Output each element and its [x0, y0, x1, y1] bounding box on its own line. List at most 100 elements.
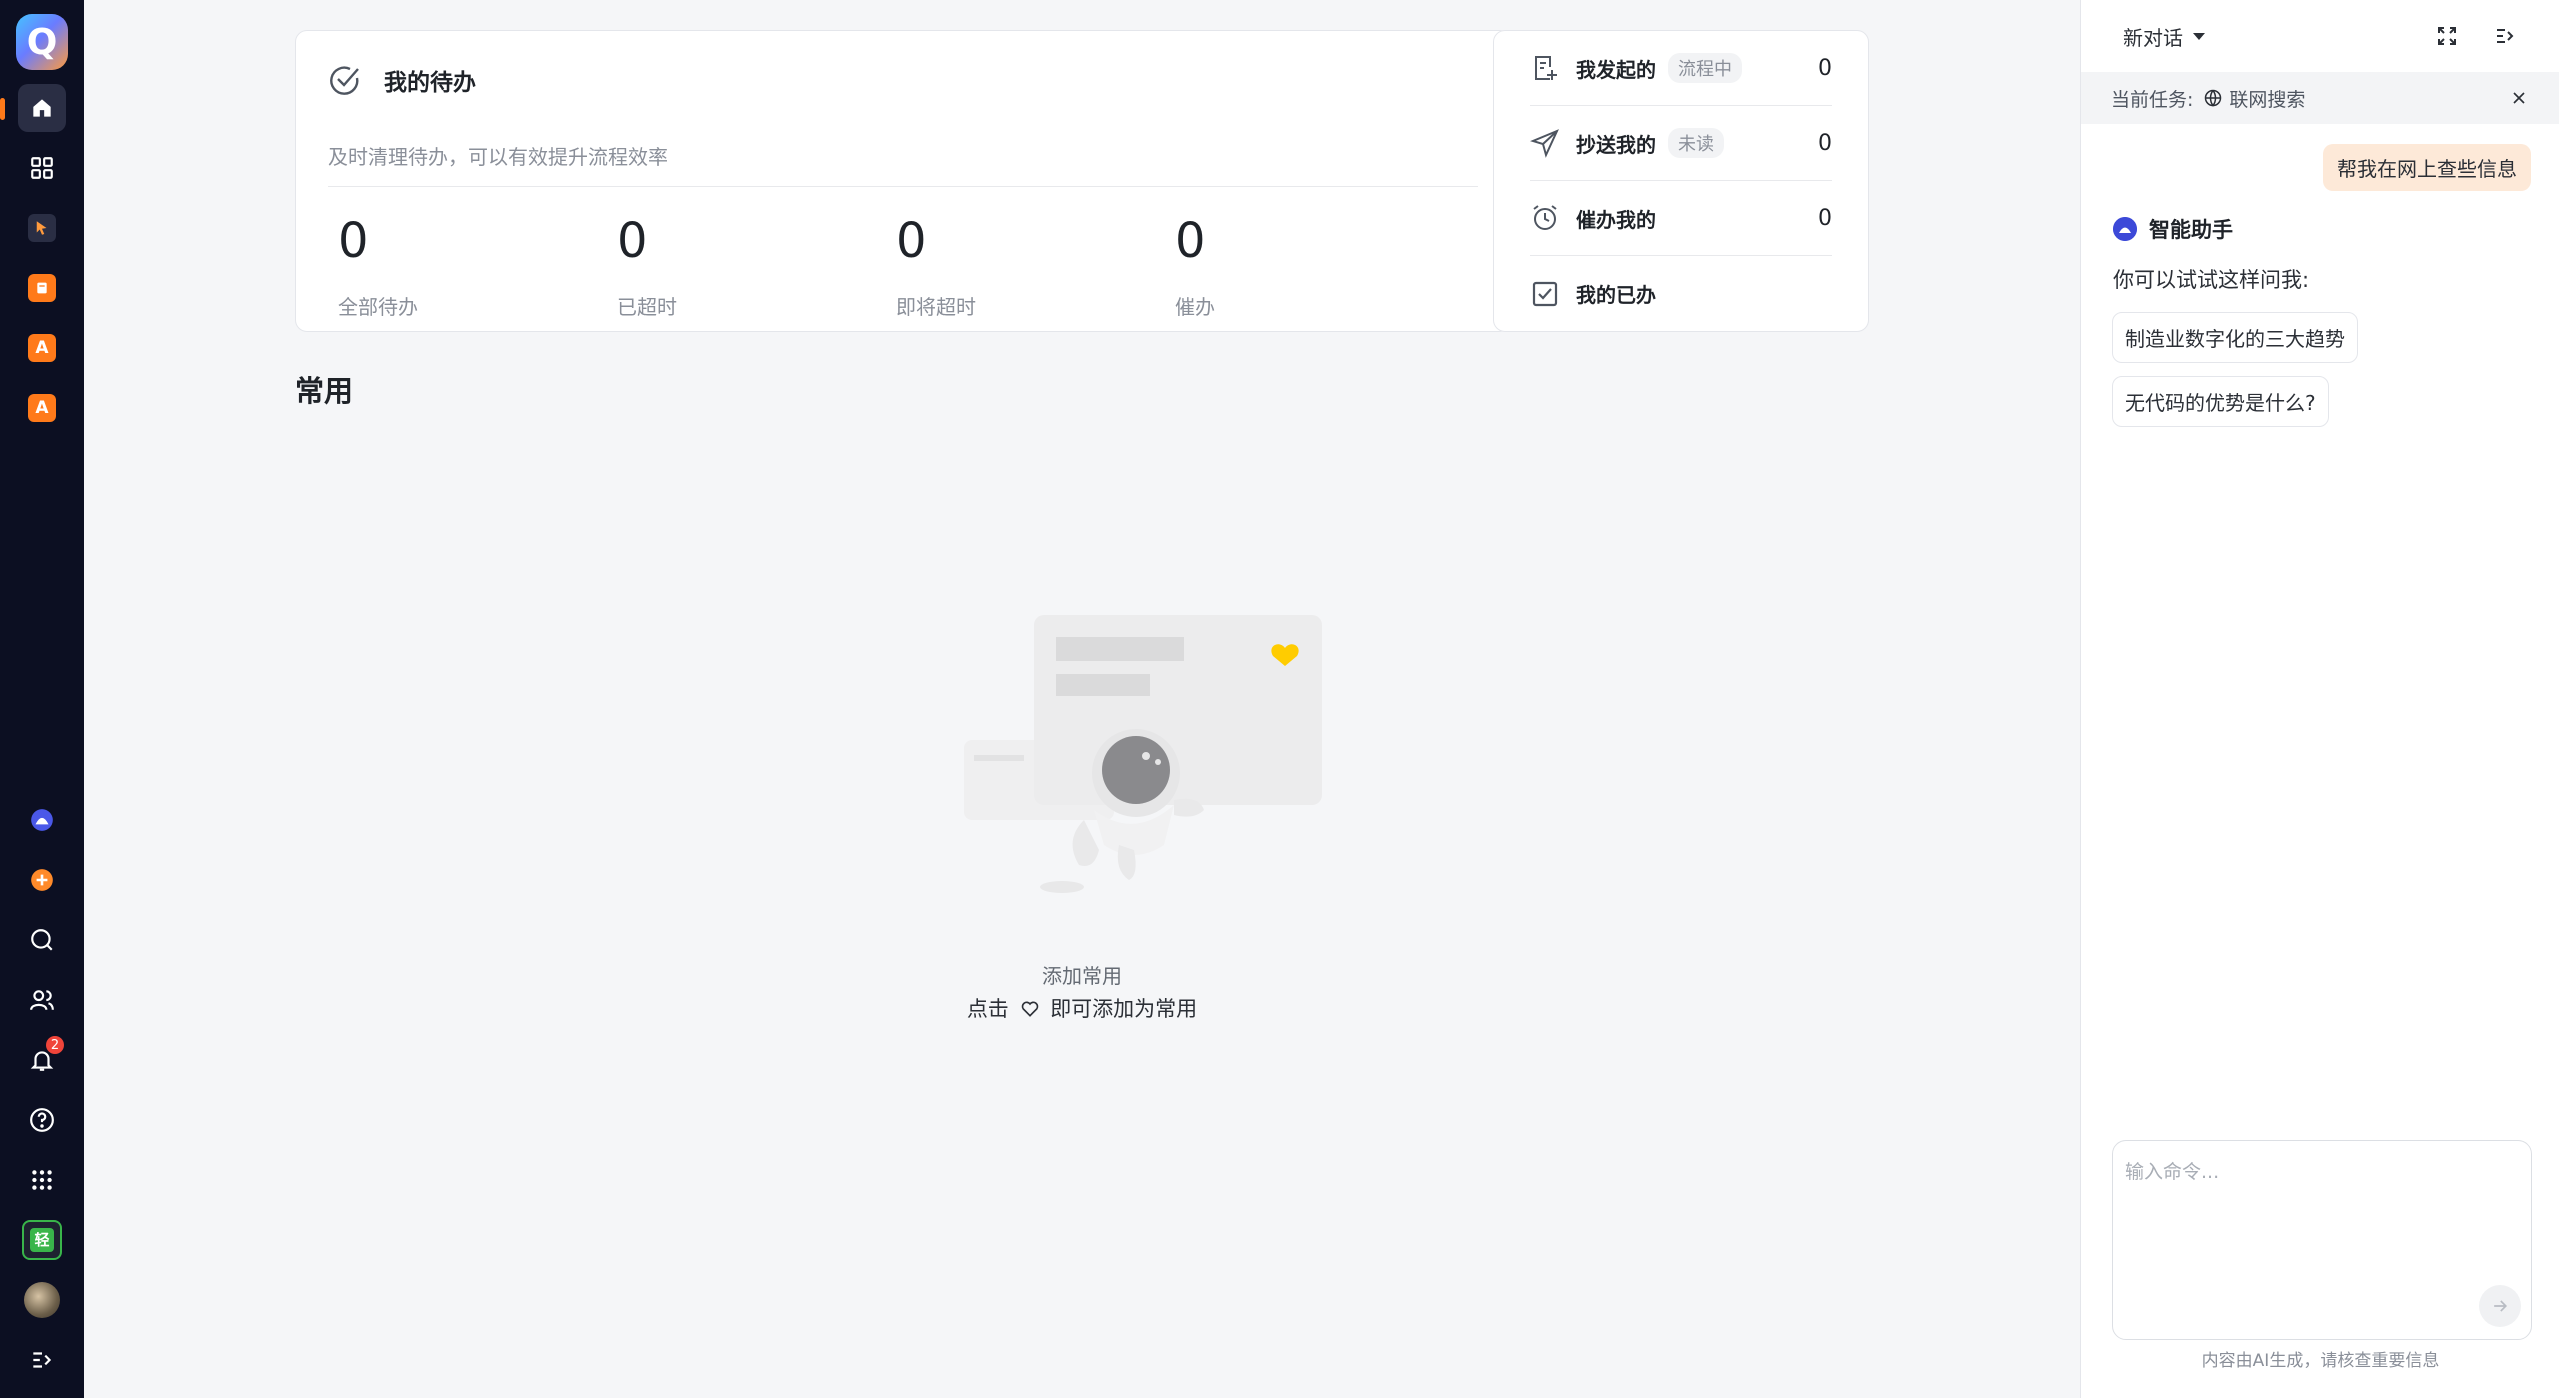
rail-app-a2[interactable]: A — [18, 384, 66, 432]
try-prompt: 你可以试试这样问我: — [2113, 268, 2310, 292]
stat-value: 0 — [896, 213, 927, 269]
stat-label: 即将超时 — [896, 295, 976, 319]
green-app-tile: 轻 — [22, 1220, 62, 1260]
grid-icon — [31, 157, 53, 179]
users-icon — [30, 990, 54, 1011]
flow-count: 0 — [1818, 55, 1832, 81]
empty-illustration — [964, 615, 1322, 893]
rail-orange-app[interactable] — [18, 264, 66, 312]
close-icon[interactable] — [2509, 88, 2529, 108]
command-input[interactable]: 输入命令... — [2112, 1140, 2532, 1340]
book-icon — [37, 282, 47, 294]
assistant-name: 智能助手 — [2149, 218, 2233, 242]
stat-overdue[interactable]: 0 已超时 — [617, 213, 677, 320]
dots-grid-icon — [32, 1170, 52, 1190]
flow-row-done[interactable]: 我的已办 — [1530, 256, 1832, 331]
flow-label: 催办我的 — [1576, 207, 1656, 232]
suggestion-chip[interactable]: 无代码的优势是什么? — [2112, 376, 2329, 427]
stat-label: 已超时 — [617, 295, 677, 319]
home-icon — [33, 99, 51, 117]
todo-subtitle: 及时清理待办，可以有效提升流程效率 — [328, 145, 668, 169]
rail-search[interactable] — [18, 916, 66, 964]
current-task-bar: 当前任务: 联网搜索 — [2081, 72, 2559, 124]
check-circle-icon — [330, 66, 359, 95]
rail-collapse[interactable] — [18, 1336, 66, 1384]
rail-help[interactable] — [18, 1096, 66, 1144]
rail-cursor-app[interactable] — [18, 204, 66, 252]
panel-header-actions — [2435, 24, 2517, 48]
expand-panel-icon — [33, 1352, 52, 1368]
plus-circle-icon — [31, 869, 53, 891]
empty-hint-suffix: 即可添加为常用 — [1050, 997, 1198, 1021]
rail-green-app[interactable]: 轻 — [18, 1216, 66, 1264]
assistant-header: 智能助手 — [2113, 214, 2233, 244]
empty-hint-prefix: 点击 — [966, 997, 1009, 1021]
rail-contacts[interactable] — [18, 976, 66, 1024]
stat-value: 0 — [617, 213, 648, 269]
assistant-avatar-icon — [2113, 217, 2137, 241]
suggestion-chip[interactable]: 制造业数字化的三大趋势 — [2112, 312, 2358, 363]
help-icon — [30, 1108, 54, 1132]
stat-value: 0 — [1175, 213, 1206, 269]
ai-disclaimer: 内容由AI生成，请核查重要信息 — [2201, 1351, 2440, 1371]
rail-add[interactable] — [18, 856, 66, 904]
logo-letter: Q — [26, 21, 58, 63]
rail-apps[interactable] — [18, 144, 66, 192]
todo-header: 我的待办 — [328, 63, 476, 97]
new-chat-dropdown[interactable]: 新对话 — [2123, 22, 2205, 51]
todo-title: 我的待办 — [384, 70, 476, 96]
assistant-panel: 新对话 当前任务: 联网搜索 帮我在网上查些信息 智能助手 你可以试试这样问我:… — [2080, 0, 2559, 1398]
flow-label: 我的已办 — [1576, 283, 1656, 307]
flow-row-initiated[interactable]: 我发起的 流程中 0 — [1530, 31, 1832, 106]
flow-label: 我发起的 — [1576, 57, 1656, 82]
stat-value: 0 — [338, 213, 369, 269]
arrow-right-icon — [2494, 1300, 2508, 1312]
stat-all-todo[interactable]: 0 全部待办 — [338, 213, 418, 320]
cursor-app-tile — [28, 214, 56, 242]
caret-down-icon — [2193, 32, 2205, 40]
stat-label: 催办 — [1175, 295, 1215, 319]
send-button[interactable] — [2479, 1285, 2521, 1327]
app-a2-tile: A — [28, 394, 56, 422]
flow-count: 0 — [1818, 205, 1832, 231]
stat-urge[interactable]: 0 催办 — [1175, 213, 1215, 320]
alarm-clock-icon — [1533, 205, 1557, 230]
main-content: 我的待办 及时清理待办，可以有效提升流程效率 0 全部待办 0 已超时 0 即将… — [84, 0, 2080, 1398]
flow-row-urged[interactable]: 催办我的 0 — [1530, 181, 1832, 256]
rail-avatar[interactable] — [18, 1276, 66, 1324]
collapse-panel-icon[interactable] — [2493, 24, 2517, 48]
flow-count: 0 — [1818, 130, 1832, 156]
new-chat-label: 新对话 — [2123, 25, 2183, 50]
flow-tag: 未读 — [1668, 128, 1724, 158]
heart-icon — [1021, 1001, 1038, 1017]
stat-label: 全部待办 — [338, 295, 418, 319]
rail-home[interactable] — [0, 84, 66, 132]
flow-tag: 流程中 — [1668, 53, 1742, 83]
flow-row-cc[interactable]: 抄送我的 未读 0 — [1530, 106, 1832, 181]
stat-due-soon[interactable]: 0 即将超时 — [896, 213, 976, 320]
flow-label: 抄送我的 — [1576, 132, 1656, 157]
avatar — [24, 1282, 60, 1318]
panel-header: 新对话 — [2081, 0, 2559, 72]
doc-add-icon — [1535, 56, 1557, 80]
empty-hint: 点击 即可添加为常用 — [84, 993, 2080, 1023]
orange-app-tile — [28, 274, 56, 302]
assistant-icon — [31, 809, 53, 831]
task-name: 联网搜索 — [2229, 88, 2306, 111]
active-indicator — [0, 98, 5, 120]
flow-card: 我发起的 流程中 0 抄送我的 未读 0 催办我的 0 我的已办 — [1493, 30, 1869, 332]
rail-assistant[interactable] — [18, 796, 66, 844]
rail-notifications[interactable]: 2 — [18, 1036, 66, 1084]
search-icon — [31, 929, 53, 951]
checkbox-icon — [1532, 281, 1558, 306]
send-icon — [1530, 129, 1559, 158]
task-label: 当前任务: — [2111, 88, 2194, 111]
left-rail: Q A A 2 轻 — [0, 0, 84, 1398]
todo-divider — [328, 186, 1478, 187]
fullscreen-icon[interactable] — [2435, 24, 2459, 48]
globe-icon — [2205, 89, 2222, 107]
app-logo[interactable]: Q — [16, 14, 68, 70]
rail-app-a1[interactable]: A — [18, 324, 66, 372]
rail-all-apps[interactable] — [18, 1156, 66, 1204]
notification-badge: 2 — [46, 1036, 64, 1054]
